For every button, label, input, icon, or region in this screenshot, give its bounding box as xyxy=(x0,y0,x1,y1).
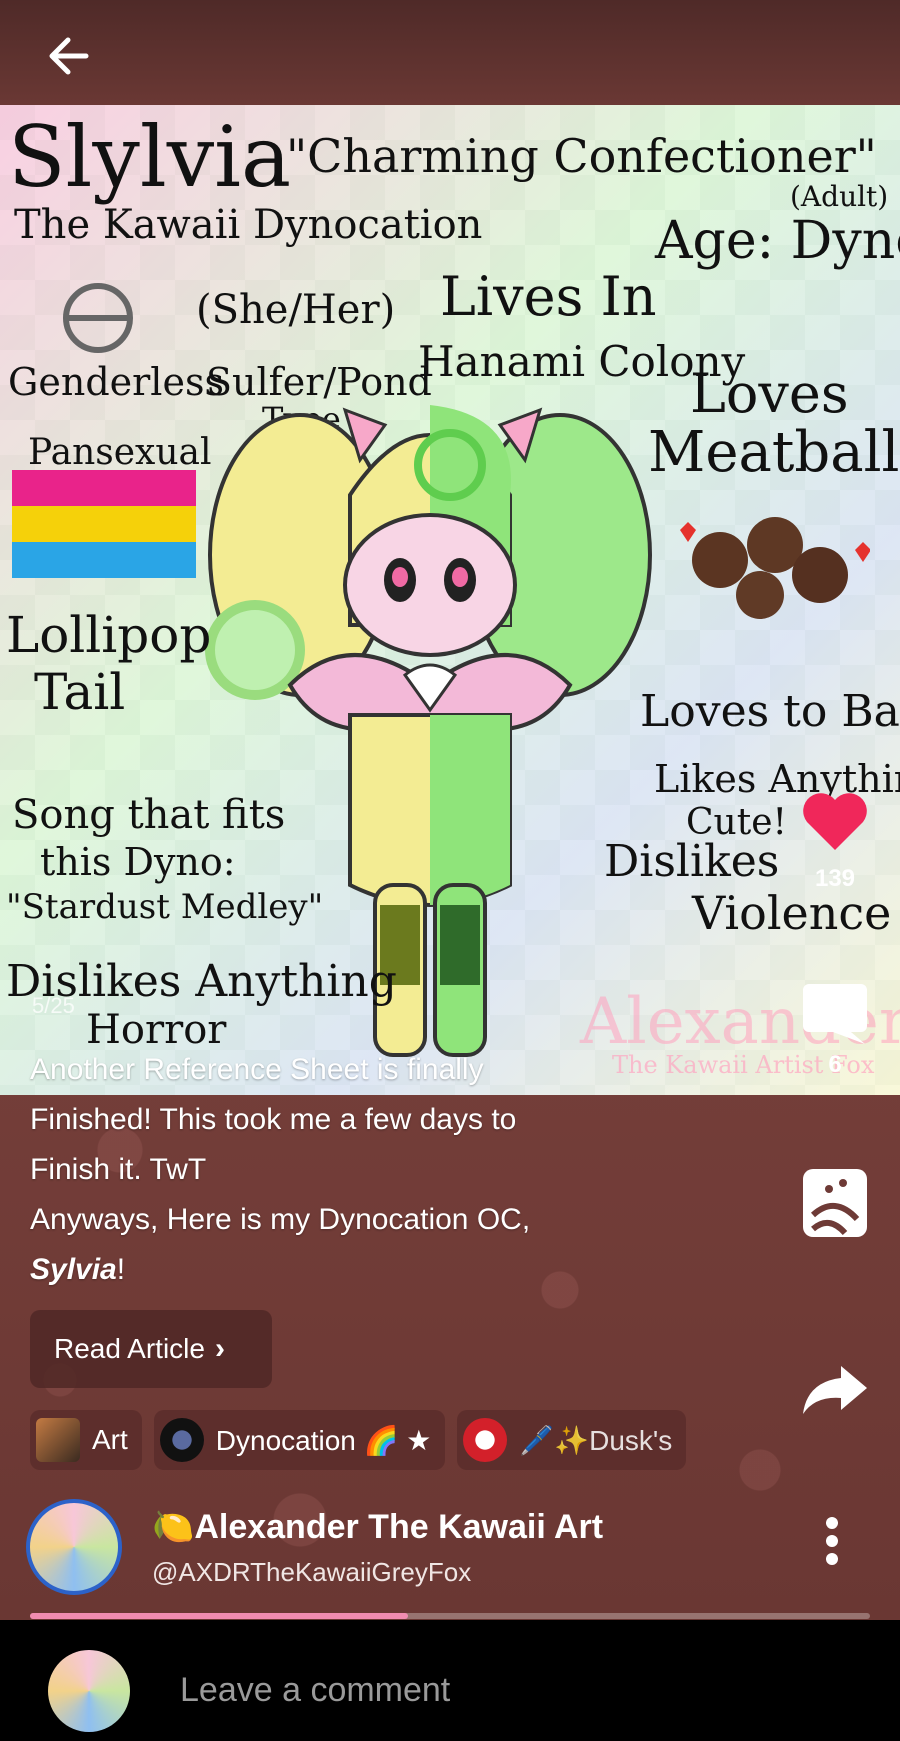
community-tags: Art Dynocation 🌈 ★ 🖊️✨Dusk's xyxy=(30,1410,730,1470)
art-dislikes-violence-2: Violence xyxy=(692,886,892,940)
art-age-note: (Adult) xyxy=(790,180,889,213)
caption-end: ! xyxy=(116,1253,126,1286)
read-article-button[interactable]: Read Article › xyxy=(30,1310,272,1388)
art-song-1: Song that fits xyxy=(12,792,286,838)
art-song-3: "Stardust Medley" xyxy=(6,887,324,927)
top-bar xyxy=(0,0,900,105)
author-handle: @AXDRTheKawaiiGreyFox xyxy=(152,1557,472,1587)
author-name[interactable]: 🍋Alexander The Kawaii Art xyxy=(152,1507,692,1547)
dynocation-community-thumb-icon xyxy=(159,1418,204,1462)
art-subtitle: "Charming Confectioner" xyxy=(286,129,877,183)
art-loves-1: Loves xyxy=(690,362,849,425)
tag-dynocation[interactable]: Dynocation 🌈 ★ xyxy=(153,1410,446,1470)
caption-line: Finish it. TwT xyxy=(30,1153,207,1186)
caption-oc-name: Sylvia xyxy=(30,1253,117,1286)
read-article-label: Read Article xyxy=(54,1333,205,1364)
caption-line: Sylvia! xyxy=(30,1245,690,1295)
caption-line: Finished! This took me a few days to xyxy=(30,1103,517,1136)
meatballs-illustration xyxy=(680,517,870,619)
comment-bar xyxy=(0,1620,900,1741)
amino-icon[interactable] xyxy=(799,1165,871,1241)
comment-bubble-icon[interactable] xyxy=(799,978,871,1050)
art-dislikes-violence-1: Dislikes xyxy=(604,836,780,887)
art-loves-2: Meatballs xyxy=(648,420,900,485)
tag-dusks[interactable]: 🖊️✨Dusk's xyxy=(457,1410,687,1470)
tag-label: Art xyxy=(92,1424,128,1455)
reference-sheet-image[interactable]: Slylvia "Charming Confectioner" The Kawa… xyxy=(0,105,900,1095)
amino-share-action[interactable] xyxy=(790,1165,880,1246)
art-species: The Kawaii Dynocation xyxy=(14,202,483,248)
share-arrow-icon[interactable] xyxy=(799,1362,871,1418)
post-progress-fill xyxy=(30,1613,408,1619)
art-tail-2: Tail xyxy=(34,663,126,721)
dusk-community-thumb-icon xyxy=(463,1418,508,1462)
art-tail-1: Lollipop xyxy=(6,606,212,664)
art-title: Slylvia xyxy=(8,108,292,206)
genderless-symbol-icon xyxy=(63,283,133,353)
art-loves-bake: Loves to Bake xyxy=(640,686,900,737)
art-community-thumb-icon xyxy=(36,1418,80,1462)
art-song-2: this Dyno: xyxy=(40,840,236,884)
more-options-icon[interactable] xyxy=(824,1515,840,1567)
current-user-avatar xyxy=(48,1650,130,1732)
back-button[interactable] xyxy=(40,28,96,84)
tag-label: Dynocation 🌈 ★ xyxy=(215,1424,432,1456)
page-indicator: 5/25 xyxy=(32,993,75,1018)
heart-icon[interactable] xyxy=(799,790,871,854)
post-caption[interactable]: Another Reference Sheet is finally Finis… xyxy=(30,1045,690,1295)
like-action[interactable]: 139 xyxy=(790,790,880,893)
chevron-right-icon: › xyxy=(214,1332,225,1365)
comment-input[interactable] xyxy=(180,1660,830,1720)
art-dislikes-horror-2: Horror xyxy=(86,1007,227,1053)
flag-stripe-blue xyxy=(12,542,196,578)
art-orientation: Pansexual xyxy=(28,432,212,473)
art-pronouns: (She/Her) xyxy=(196,287,396,333)
tag-art[interactable]: Art xyxy=(30,1410,142,1470)
flag-stripe-pink xyxy=(12,470,196,506)
author-row[interactable]: 🍋Alexander The Kawaii Art @AXDRTheKawaii… xyxy=(22,1495,838,1595)
comment-action[interactable]: 6 xyxy=(790,978,880,1079)
art-gender: Genderless xyxy=(8,360,224,404)
art-lives-in: Lives In xyxy=(440,265,657,328)
arrow-left-icon xyxy=(49,37,89,75)
tag-label: 🖊️✨Dusk's xyxy=(519,1424,673,1456)
author-avatar[interactable] xyxy=(26,1499,122,1595)
caption-line: Anyways, Here is my Dynocation OC, xyxy=(30,1203,531,1236)
pansexual-flag xyxy=(12,470,196,578)
caption-line: Another Reference Sheet is finally xyxy=(30,1053,484,1086)
art-age: Age: Dyno xyxy=(655,211,900,271)
like-count: 139 xyxy=(814,865,856,892)
comment-count: 6 xyxy=(828,1051,842,1078)
flag-stripe-yellow xyxy=(12,506,196,542)
share-action[interactable] xyxy=(790,1362,880,1423)
post-progress-bar xyxy=(30,1613,870,1619)
